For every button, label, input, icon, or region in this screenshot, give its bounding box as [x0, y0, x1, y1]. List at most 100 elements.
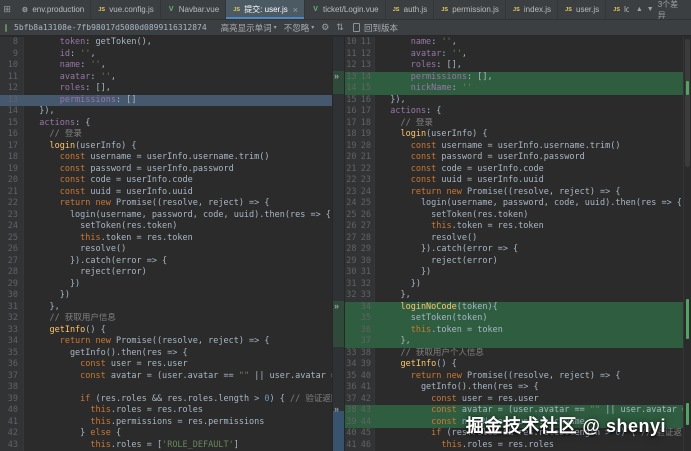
- expand-diff-icon[interactable]: »: [334, 301, 339, 311]
- code-line[interactable]: 25 this.token = res.token: [0, 232, 332, 244]
- code-line[interactable]: 37 42 const user = res.user: [345, 393, 691, 405]
- tab-login-js[interactable]: JSlogin.js: [606, 0, 629, 19]
- code-line[interactable]: 15 16 }),: [345, 94, 691, 106]
- code-line[interactable]: 15 actions: {: [0, 117, 332, 129]
- code-line[interactable]: 13 14 permissions: [],: [345, 71, 691, 83]
- code-line[interactable]: 26 resolve(): [0, 244, 332, 256]
- editor-scrollbar[interactable]: [683, 37, 691, 451]
- code-line[interactable]: 41 46 this.roles = res.roles: [345, 439, 691, 451]
- tab-label: index.js: [523, 5, 552, 14]
- code-line[interactable]: 23 24 return new Promise((resolve, reject…: [345, 186, 691, 198]
- code-line[interactable]: 16 17 actions: {: [345, 106, 691, 118]
- expand-diff-icon[interactable]: »: [334, 404, 339, 414]
- code-line[interactable]: 37 const avatar = (user.avatar == "" || …: [0, 370, 332, 382]
- code-line[interactable]: 35 getInfo().then(res => {: [0, 347, 332, 359]
- code-line[interactable]: 23 login(username, password, code, uuid)…: [0, 209, 332, 221]
- code-line[interactable]: 36 41 getInfo().then(res => {: [345, 382, 691, 394]
- code-line[interactable]: 33 getInfo() {: [0, 324, 332, 336]
- code-line[interactable]: 12 13 roles: [],: [345, 60, 691, 72]
- code-line[interactable]: 24 setToken(res.token): [0, 221, 332, 233]
- highlight-mode-dropdown[interactable]: 高亮显示单词 ▾: [221, 22, 277, 34]
- code-line[interactable]: 28 29 }).catch(error => {: [345, 244, 691, 256]
- scrollbar-thumb[interactable]: [685, 39, 690, 167]
- code-line[interactable]: 30 31 }): [345, 267, 691, 279]
- code-line[interactable]: 26 27 this.token = res.token: [345, 221, 691, 233]
- code-line[interactable]: 17 login(userInfo) {: [0, 140, 332, 152]
- code-line[interactable]: 21 const uuid = userInfo.uuid: [0, 186, 332, 198]
- code-line[interactable]: 38: [0, 382, 332, 394]
- tab-permission-js[interactable]: JS permission.js: [434, 0, 506, 19]
- code-line[interactable]: 22 return new Promise((resolve, reject) …: [0, 198, 332, 210]
- line-number: 43: [0, 439, 24, 451]
- tab-ticket-login-vue[interactable]: Vticket/Login.vue: [305, 0, 386, 19]
- code-line[interactable]: 29 30 reject(error): [345, 255, 691, 267]
- tab-vue-config-js[interactable]: JS vue.config.js: [91, 0, 161, 19]
- code-line[interactable]: 19 const password = userInfo.password: [0, 163, 332, 175]
- code-line[interactable]: 27 }).catch(error => {: [0, 255, 332, 267]
- close-tab-icon[interactable]: ×: [293, 5, 298, 15]
- line-number: 22: [0, 198, 24, 210]
- editor-tab-bar: ⊞ ⚙ env.production JS vue.config.js V Navbar.…: [0, 0, 691, 20]
- window-menu-icon[interactable]: ⊞: [0, 0, 14, 19]
- code-line[interactable]: 34 loginNoCode(token){: [345, 301, 691, 313]
- line-number: 12: [0, 83, 24, 95]
- code-line[interactable]: 35 setToken(token): [345, 313, 691, 325]
- tab-commit-user-js[interactable]: JS 提交: user.js ×: [226, 0, 306, 19]
- code-line[interactable]: 40 this.roles = res.roles: [0, 405, 332, 417]
- code-line[interactable]: 11 12 avatar: '',: [345, 48, 691, 60]
- code-line[interactable]: 14 }),: [0, 106, 332, 118]
- code-line[interactable]: 17 18 // 登录: [345, 117, 691, 129]
- expand-collapse-icon[interactable]: ⇅: [336, 22, 344, 33]
- code-line[interactable]: 9 id: '',: [0, 48, 332, 60]
- code-line[interactable]: 39 if (res.roles && res.roles.length > 0…: [0, 393, 332, 405]
- whitespace-mode-dropdown[interactable]: 不忽略 ▾: [284, 22, 315, 34]
- expand-diff-icon[interactable]: »: [334, 71, 339, 81]
- code-line[interactable]: 10 11 name: '',: [345, 37, 691, 49]
- code-line[interactable]: 32 33 },: [345, 290, 691, 302]
- code-line[interactable]: 42 } else {: [0, 428, 332, 440]
- code-line[interactable]: 31 32 }): [345, 278, 691, 290]
- tab-user-js[interactable]: JS user.js: [558, 0, 607, 19]
- tab-navbar-vue[interactable]: V Navbar.vue: [161, 0, 227, 19]
- code-line[interactable]: 12 roles: [],: [0, 83, 332, 95]
- code-line[interactable]: 34 39 getInfo() {: [345, 359, 691, 371]
- code-line[interactable]: 34 return new Promise((resolve, reject) …: [0, 336, 332, 348]
- tab-index-js[interactable]: JS index.js: [506, 0, 559, 19]
- code-line[interactable]: 36 const user = res.user: [0, 359, 332, 371]
- code-line[interactable]: 28 reject(error): [0, 267, 332, 279]
- code-line[interactable]: 32 // 获取用户信息: [0, 313, 332, 325]
- code-line[interactable]: 22 23 const uuid = userInfo.uuid: [345, 175, 691, 187]
- tab-auth-js[interactable]: JS auth.js: [386, 0, 435, 19]
- code-line[interactable]: 20 21 const password = userInfo.password: [345, 152, 691, 164]
- code-line[interactable]: 18 19 login(userInfo) {: [345, 129, 691, 141]
- code-line[interactable]: 27 28 resolve(): [345, 232, 691, 244]
- code-line[interactable]: 36 this.token = token: [345, 324, 691, 336]
- code-line[interactable]: 31 },: [0, 301, 332, 313]
- code-line[interactable]: 41 this.permissions = res.permissions: [0, 416, 332, 428]
- code-line[interactable]: 14 15 nickName: '': [345, 83, 691, 95]
- code-line[interactable]: 18 const username = userInfo.username.tr…: [0, 152, 332, 164]
- prev-diff-icon[interactable]: ▲: [636, 6, 643, 13]
- tab-env-production[interactable]: ⚙ env.production: [14, 0, 92, 19]
- code-line[interactable]: 24 25 login(username, password, code, uui…: [345, 198, 691, 210]
- settings-gear-icon[interactable]: ⚙: [321, 22, 329, 33]
- code-line[interactable]: 35 40 return new Promise((resolve, reject…: [345, 370, 691, 382]
- code-line[interactable]: 37 },: [345, 336, 691, 348]
- revision-checkbox-icon[interactable]: [5, 23, 7, 32]
- code-line[interactable]: 16 // 登录: [0, 129, 332, 141]
- code-line[interactable]: 10 name: '',: [0, 60, 332, 72]
- code-line[interactable]: 29 }): [0, 278, 332, 290]
- code-text: nickName: '': [380, 83, 473, 93]
- code-line[interactable]: 20 const code = userInfo.code: [0, 175, 332, 187]
- code-line[interactable]: 43 this.roles = ['ROLE_DEFAULT']: [0, 439, 332, 451]
- code-line[interactable]: 21 22 const code = userInfo.code: [345, 163, 691, 175]
- code-line[interactable]: 19 20 const username = userInfo.username.…: [345, 140, 691, 152]
- next-diff-icon[interactable]: ▼: [647, 6, 654, 13]
- line-numbers: 31 32: [345, 278, 375, 290]
- code-line[interactable]: 13 permissions: []: [0, 94, 332, 106]
- code-line[interactable]: 11 avatar: '',: [0, 71, 332, 83]
- code-line[interactable]: 8 token: getToken(),: [0, 37, 332, 49]
- code-line[interactable]: 30 }): [0, 290, 332, 302]
- code-line[interactable]: 33 38 // 获取用户个人信息: [345, 347, 691, 359]
- code-line[interactable]: 25 26 setToken(res.token): [345, 209, 691, 221]
